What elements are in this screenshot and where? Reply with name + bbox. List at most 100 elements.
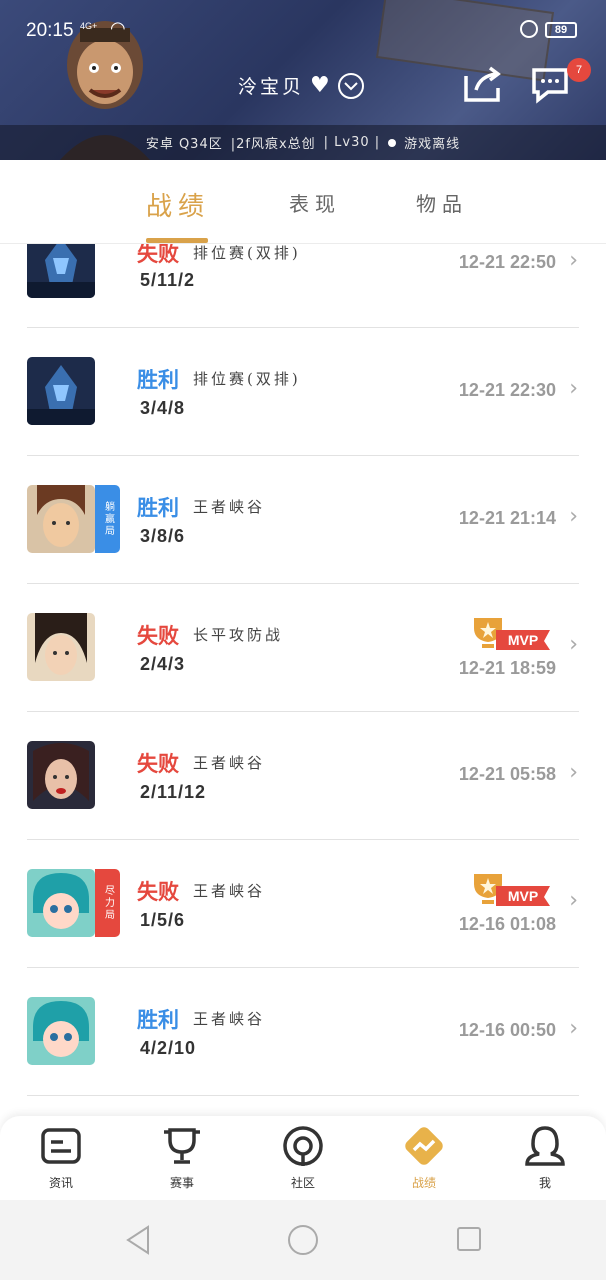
message-count-badge: 7 xyxy=(567,58,591,82)
chevron-right-icon: › xyxy=(569,248,578,273)
guild-label: |2f风痕x总创 xyxy=(230,137,316,152)
community-icon xyxy=(283,1126,323,1166)
match-result: 胜利 xyxy=(137,1008,179,1032)
online-status: 游戏离线 xyxy=(404,137,461,152)
tab-items[interactable]: 物品 xyxy=(416,188,468,217)
match-date: 12-16 00:50 xyxy=(458,1020,556,1040)
signal-indicator: 4G+ xyxy=(80,21,98,31)
match-result: 胜利 xyxy=(137,496,179,520)
tab-record[interactable]: 战绩 xyxy=(146,186,210,223)
match-list[interactable]: 失败 排位赛(双排) 5/11/2 12-21 22:50 › 胜利 排位赛(双… xyxy=(0,244,606,1116)
match-tag-text: 躺赢局 xyxy=(102,501,114,537)
match-mode: 王者峡谷 xyxy=(193,498,266,516)
match-kda: 3/4/8 xyxy=(140,398,186,418)
rotation-lock-icon xyxy=(520,20,538,38)
match-mode: 王者峡谷 xyxy=(193,754,266,772)
share-icon[interactable] xyxy=(462,64,504,104)
match-kda: 4/2/10 xyxy=(140,1038,197,1058)
news-icon xyxy=(41,1128,81,1164)
nav-community[interactable]: 社区 xyxy=(263,1124,343,1191)
hero-avatar xyxy=(27,357,95,425)
mvp-badge-icon: MVP xyxy=(474,618,550,650)
profile-icon xyxy=(525,1126,565,1166)
match-date: 12-21 18:59 xyxy=(458,658,556,678)
level-label: | Lv30 | xyxy=(323,135,381,150)
match-kda: 1/5/6 xyxy=(140,910,186,930)
match-result: 失败 xyxy=(137,880,179,904)
match-row[interactable]: 胜利 王者峡谷 4/2/10 12-16 00:50 › xyxy=(0,968,606,1096)
hero-avatar xyxy=(27,244,95,298)
nav-records[interactable]: 战绩 xyxy=(384,1124,464,1191)
recents-icon[interactable] xyxy=(456,1226,482,1252)
match-mode: 排位赛(双排) xyxy=(193,244,301,262)
chevron-right-icon: › xyxy=(569,504,578,529)
status-bar: 20:15 4G+ ◠ 89 xyxy=(0,0,606,60)
chevron-right-icon: › xyxy=(569,1016,578,1041)
match-date: 12-21 22:50 xyxy=(458,252,556,272)
profile-header: 20:15 4G+ ◠ 89 泠宝贝 ♥ 7 安卓 Q34区 |2f风痕x总创 … xyxy=(0,0,606,160)
match-row[interactable]: 躺赢局 胜利 王者峡谷 3/8/6 12-21 21:14 › xyxy=(0,456,606,584)
match-date: 12-21 22:30 xyxy=(458,380,556,400)
server-label: 安卓 Q34区 xyxy=(145,137,223,152)
row-divider xyxy=(27,1095,579,1096)
bottom-nav: 资讯 赛事 社区 战绩 我 xyxy=(0,1116,606,1200)
hero-avatar xyxy=(27,485,95,553)
username: 泠宝贝 xyxy=(238,76,305,98)
match-row[interactable]: 胜利 排位赛(双排) 3/4/8 12-21 22:30 › xyxy=(0,328,606,456)
nav-label: 社区 xyxy=(290,1176,315,1190)
chevron-down-icon[interactable] xyxy=(337,72,364,99)
record-icon xyxy=(405,1127,443,1165)
nav-label: 资讯 xyxy=(48,1176,73,1190)
mvp-label: MVP xyxy=(508,632,538,648)
match-date: 12-21 05:58 xyxy=(458,764,556,784)
chevron-right-icon: › xyxy=(569,760,578,785)
match-row[interactable]: 尽力局 失败 王者峡谷 1/5/6 MVP 12-16 01:08 › xyxy=(0,840,606,968)
wifi-icon: ◠ xyxy=(110,18,126,39)
match-kda: 3/8/6 xyxy=(140,526,186,546)
battery-indicator: 89 xyxy=(545,22,577,38)
match-row[interactable]: 失败 王者峡谷 2/11/12 12-21 05:58 › xyxy=(0,712,606,840)
player-info-strip: 安卓 Q34区 |2f风痕x总创 | Lv30 | 游戏离线 xyxy=(0,125,606,160)
match-kda: 2/4/3 xyxy=(140,654,186,674)
match-tag-badge: 尽力局 xyxy=(95,869,120,937)
status-time: 20:15 xyxy=(26,20,74,41)
tab-performance[interactable]: 表现 xyxy=(289,188,341,217)
match-result: 胜利 xyxy=(137,368,179,392)
hero-avatar xyxy=(27,997,95,1065)
match-result: 失败 xyxy=(137,624,179,648)
hero-avatar xyxy=(27,613,95,681)
match-kda: 5/11/2 xyxy=(140,270,196,290)
chevron-right-icon: › xyxy=(569,632,578,657)
hero-avatar xyxy=(27,741,95,809)
nav-events[interactable]: 赛事 xyxy=(142,1124,222,1191)
active-tab-indicator xyxy=(146,238,208,243)
record-tabs: 战绩 表现 物品 xyxy=(0,160,606,244)
system-nav-bar xyxy=(0,1200,606,1280)
match-mode: 王者峡谷 xyxy=(193,882,266,900)
back-icon[interactable] xyxy=(124,1224,152,1256)
trophy-icon xyxy=(164,1128,200,1164)
match-mode: 排位赛(双排) xyxy=(193,370,301,388)
nav-label: 战绩 xyxy=(411,1176,436,1190)
offline-dot-icon xyxy=(388,138,397,147)
match-kda: 2/11/12 xyxy=(140,782,207,802)
match-row[interactable]: 失败 排位赛(双排) 5/11/2 12-21 22:50 › xyxy=(0,244,606,328)
match-tag-text: 尽力局 xyxy=(102,885,114,921)
account-switcher[interactable]: 泠宝贝 ♥ xyxy=(238,72,364,99)
hero-avatar xyxy=(27,869,95,937)
heart-icon: ♥ xyxy=(310,73,330,98)
nav-news[interactable]: 资讯 xyxy=(21,1124,101,1191)
mvp-label: MVP xyxy=(508,888,538,904)
mvp-badge-icon: MVP xyxy=(474,874,550,906)
match-result: 失败 xyxy=(137,244,179,266)
match-date: 12-16 01:08 xyxy=(458,914,556,934)
match-tag-badge: 躺赢局 xyxy=(95,485,120,553)
nav-me[interactable]: 我 xyxy=(505,1124,585,1191)
match-date: 12-21 21:14 xyxy=(458,508,556,528)
home-icon[interactable] xyxy=(287,1224,319,1256)
match-row[interactable]: 失败 长平攻防战 2/4/3 MVP 12-21 18:59 › xyxy=(0,584,606,712)
nav-label: 赛事 xyxy=(169,1176,194,1190)
nav-label: 我 xyxy=(538,1176,551,1190)
match-mode: 长平攻防战 xyxy=(193,626,284,644)
match-mode: 王者峡谷 xyxy=(193,1010,266,1028)
